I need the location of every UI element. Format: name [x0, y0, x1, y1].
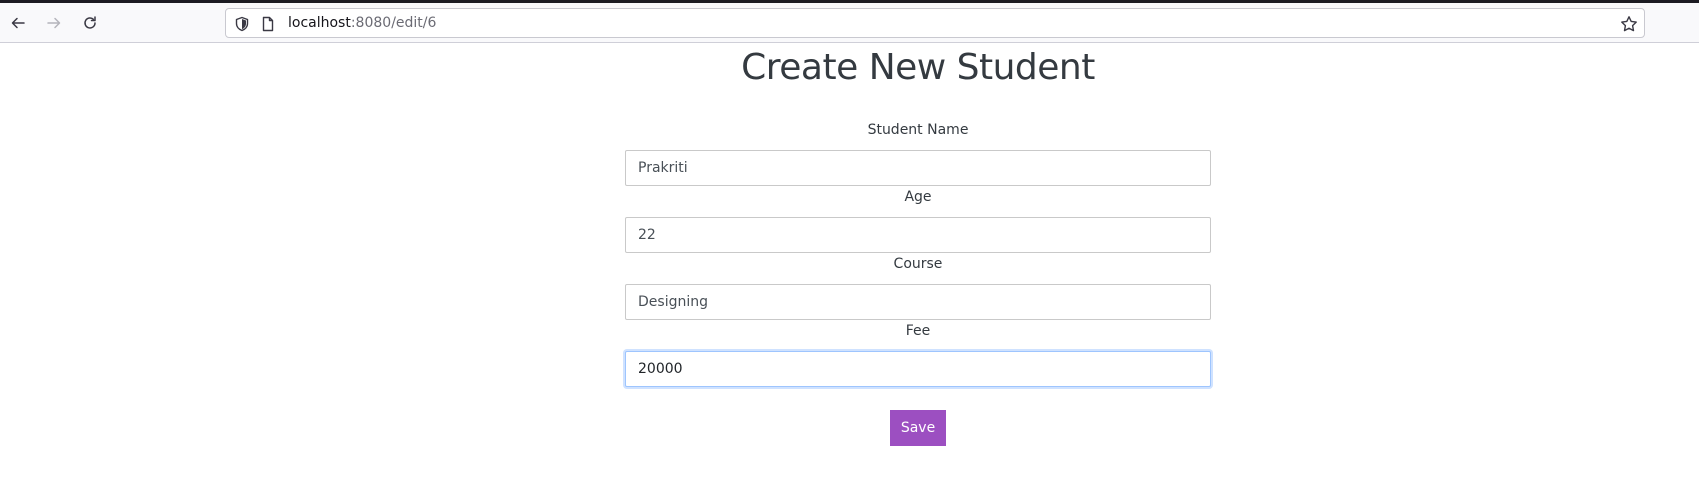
course-label: Course	[893, 256, 943, 272]
browser-toolbar: localhost:8080/edit/6	[0, 3, 1699, 43]
page-title: Create New Student	[741, 47, 1095, 88]
fee-label: Fee	[905, 323, 931, 339]
url-host: localhost	[288, 15, 351, 31]
url-path: :8080/edit/6	[350, 15, 437, 31]
age-input[interactable]	[625, 217, 1211, 253]
reload-icon	[84, 16, 96, 29]
save-button[interactable]: Save	[890, 410, 946, 446]
student-name-label: Student Name	[867, 122, 969, 138]
forward-arrow-icon	[47, 17, 61, 29]
page-content: Create New Student Student Name Age Cour…	[0, 44, 1699, 489]
back-arrow-icon	[11, 17, 25, 29]
fee-input[interactable]	[625, 351, 1211, 387]
age-label: Age	[904, 189, 932, 205]
reload-button[interactable]	[78, 11, 102, 35]
url-text[interactable]: localhost:8080/edit/6	[288, 14, 436, 32]
student-name-input[interactable]	[625, 150, 1211, 186]
page-icon[interactable]	[260, 16, 276, 32]
back-button[interactable]	[6, 11, 30, 35]
bookmark-star-icon[interactable]	[1620, 15, 1638, 33]
address-bar[interactable]: localhost:8080/edit/6	[225, 8, 1645, 38]
forward-button[interactable]	[42, 11, 66, 35]
shield-icon[interactable]	[234, 16, 250, 32]
course-input[interactable]	[625, 284, 1211, 320]
